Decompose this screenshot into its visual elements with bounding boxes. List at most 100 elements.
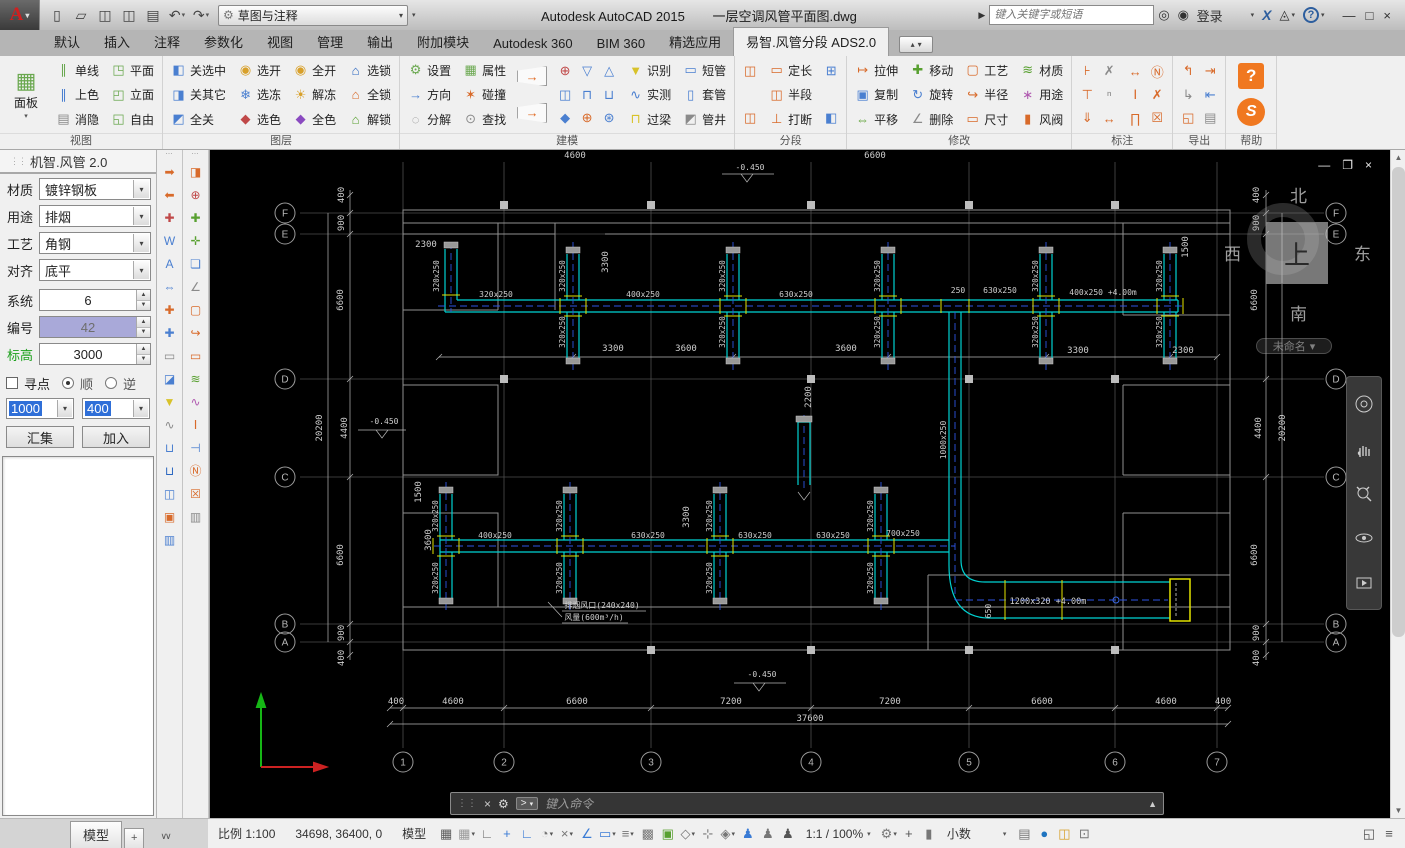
- ribbon-button-选锁[interactable]: ⌂选锁: [343, 59, 396, 81]
- print-icon[interactable]: ▤: [142, 4, 164, 26]
- ribbon-button-平面[interactable]: ◳平面: [106, 59, 159, 81]
- ribbon-button-全关[interactable]: ◩全关: [166, 108, 231, 130]
- navigation-wheel-icon[interactable]: [1353, 393, 1375, 415]
- width-combo[interactable]: 1000▾: [6, 398, 74, 419]
- zoom-icon[interactable]: [1354, 484, 1374, 504]
- ribbon-button-分解[interactable]: ◌分解: [403, 108, 456, 130]
- ribbon-button-旋转[interactable]: ↻旋转: [905, 84, 958, 106]
- duct-tool-icon-14[interactable]: ☒: [185, 483, 207, 504]
- duct-tool-icon-0[interactable]: ➡: [159, 161, 181, 182]
- ribbon-tab-附加模块[interactable]: 附加模块: [405, 28, 481, 56]
- ribbon-button-复制[interactable]: ▣复制: [850, 84, 903, 106]
- pan-hand-icon[interactable]: [1354, 440, 1374, 460]
- ribbon-icon-button[interactable]: ⊔: [599, 85, 619, 105]
- ribbon-button-风阀[interactable]: ▮风阀: [1015, 108, 1068, 130]
- ribbon-icon-button[interactable]: ◆: [555, 108, 575, 128]
- ribbon-big-button-面板[interactable]: ▦面板▾: [3, 58, 49, 131]
- ribbon-icon-button[interactable]: ⇓: [1077, 108, 1097, 128]
- ribbon-button-移动[interactable]: ✚移动: [905, 59, 958, 81]
- ribbon-icon-button[interactable]: ↳: [1178, 85, 1198, 105]
- reverse-radio[interactable]: [105, 377, 117, 389]
- ribbon-icon-button[interactable]: ◫: [555, 85, 575, 105]
- palette-spinner-标高[interactable]: 3000▲▼: [39, 343, 151, 365]
- ribbon-icon-button[interactable]: ◱: [1178, 108, 1198, 128]
- command-expand-icon[interactable]: ▲: [1148, 799, 1157, 809]
- drawing-restore-button[interactable]: ❐: [1342, 158, 1353, 172]
- duct-tool-icon-0[interactable]: ◨: [185, 161, 207, 182]
- height-combo[interactable]: 400▾: [82, 398, 150, 419]
- ribbon-button-消隐[interactable]: ▤消隐: [51, 108, 104, 130]
- dynamic-ucs-icon[interactable]: ⊹: [698, 823, 718, 845]
- ribbon-button-关其它[interactable]: ◨关其它: [166, 84, 231, 106]
- angle-icon[interactable]: ∠: [577, 823, 597, 845]
- command-close-icon[interactable]: ×: [484, 797, 491, 811]
- ribbon-tab-视图[interactable]: 视图: [255, 28, 305, 56]
- duct-tool-icon-9[interactable]: ◪: [159, 368, 181, 389]
- duct-draw-button[interactable]: →: [517, 103, 547, 123]
- scrollbar-thumb[interactable]: [1392, 167, 1405, 637]
- exchange-apps-icon[interactable]: X: [1262, 7, 1271, 23]
- polar-icon[interactable]: +: [497, 823, 517, 845]
- lineweight-icon[interactable]: ≡▾: [618, 823, 638, 845]
- ribbon-tab-精选应用[interactable]: 精选应用: [657, 28, 733, 56]
- close-button[interactable]: ×: [1383, 8, 1391, 23]
- ribbon-button-解锁[interactable]: ⌂解锁: [343, 108, 396, 130]
- ribbon-icon-button[interactable]: ▽: [577, 61, 597, 81]
- ribbon-tab-易智.风管分段 ADS2.0[interactable]: 易智.风管分段 ADS2.0: [733, 27, 889, 56]
- clean-screen-icon[interactable]: ◱: [1359, 823, 1379, 845]
- ribbon-button-半径[interactable]: ↪半径: [960, 84, 1013, 106]
- duct-tool-icon-16[interactable]: ▥: [159, 529, 181, 550]
- drawing-close-button[interactable]: ×: [1365, 158, 1372, 172]
- palette-title[interactable]: ⋮⋮机智.风管 2.0: [0, 150, 156, 174]
- duct-tool-icon-8[interactable]: ▭: [185, 345, 207, 366]
- ribbon-tab-参数化[interactable]: 参数化: [192, 28, 255, 56]
- forward-radio[interactable]: [62, 377, 74, 389]
- view-cube-north[interactable]: 北: [1290, 182, 1307, 207]
- ribbon-tab-插入[interactable]: 插入: [92, 28, 142, 56]
- palette-select-工艺[interactable]: 角钢▾: [39, 232, 151, 254]
- ribbon-button-工艺[interactable]: ▢工艺: [960, 59, 1013, 81]
- ribbon-button-查找[interactable]: ⊙查找: [458, 108, 511, 130]
- ribbon-icon-button[interactable]: ↔: [1125, 61, 1145, 81]
- help-button[interactable]: ?▾: [1303, 7, 1325, 23]
- ribbon-button-方向[interactable]: →方向: [403, 84, 456, 106]
- ribbon-button-碰撞[interactable]: ✶碰撞: [458, 84, 511, 106]
- new-file-icon[interactable]: ▯: [46, 4, 68, 26]
- duct-tool-icon-11[interactable]: Ⅰ: [185, 414, 207, 435]
- ribbon-button-套管[interactable]: ▯套管: [678, 84, 731, 106]
- collect-button[interactable]: 汇集: [6, 426, 74, 448]
- ribbon-button-用途[interactable]: ∗用途: [1015, 84, 1068, 106]
- ribbon-button-管井[interactable]: ◩管井: [678, 108, 731, 130]
- help-question-button[interactable]: ?: [1238, 63, 1264, 89]
- ribbon-button-删除[interactable]: ∠删除: [905, 108, 958, 130]
- ribbon-tab-输出[interactable]: 输出: [355, 28, 405, 56]
- duct-tool-icon-1[interactable]: ⬅: [159, 184, 181, 205]
- ucs-dropdown[interactable]: 未命名▾: [1256, 338, 1332, 354]
- ribbon-button-全锁[interactable]: ⌂全锁: [343, 84, 396, 106]
- space-label[interactable]: 模型: [392, 825, 436, 842]
- osnap-icon[interactable]: ∟: [517, 823, 537, 845]
- isolate-objects-icon[interactable]: ⊡: [1074, 823, 1094, 845]
- ribbon-tab-Autodesk 360[interactable]: Autodesk 360: [481, 32, 585, 56]
- ribbon-icon-button[interactable]: ☒: [1147, 108, 1167, 128]
- add-button[interactable]: 加入: [82, 426, 150, 448]
- duct-tool-icon-13[interactable]: Ⓝ: [185, 460, 207, 481]
- undo-icon[interactable]: ↶▾: [166, 4, 188, 26]
- scale-readout[interactable]: 比例 1:100: [208, 825, 285, 842]
- duct-tool-icon-7[interactable]: ✚: [159, 322, 181, 343]
- ribbon-icon-button[interactable]: ⊤: [1077, 85, 1097, 105]
- duct-tool-icon-8[interactable]: ▭: [159, 345, 181, 366]
- maximize-button[interactable]: □: [1366, 8, 1374, 23]
- ribbon-icon-button[interactable]: ⊛: [599, 108, 619, 128]
- duct-draw-button[interactable]: →: [517, 66, 547, 86]
- isolate-icon[interactable]: ▮: [919, 823, 939, 845]
- duct-tool-icon-12[interactable]: ⊔: [159, 437, 181, 458]
- autocad360-icon[interactable]: ●: [1034, 823, 1054, 845]
- ribbon-button-选色[interactable]: ◆选色: [233, 108, 286, 130]
- plugin-logo-button[interactable]: S: [1237, 98, 1265, 126]
- ribbon-button-关选中[interactable]: ◧关选中: [166, 59, 231, 81]
- ribbon-button-实测[interactable]: ∿实测: [623, 84, 676, 106]
- ribbon-icon-button[interactable]: Ⓝ: [1147, 61, 1167, 81]
- duct-tool-icon-5[interactable]: ∠: [185, 276, 207, 297]
- ribbon-icon-button[interactable]: ⇥: [1200, 61, 1220, 81]
